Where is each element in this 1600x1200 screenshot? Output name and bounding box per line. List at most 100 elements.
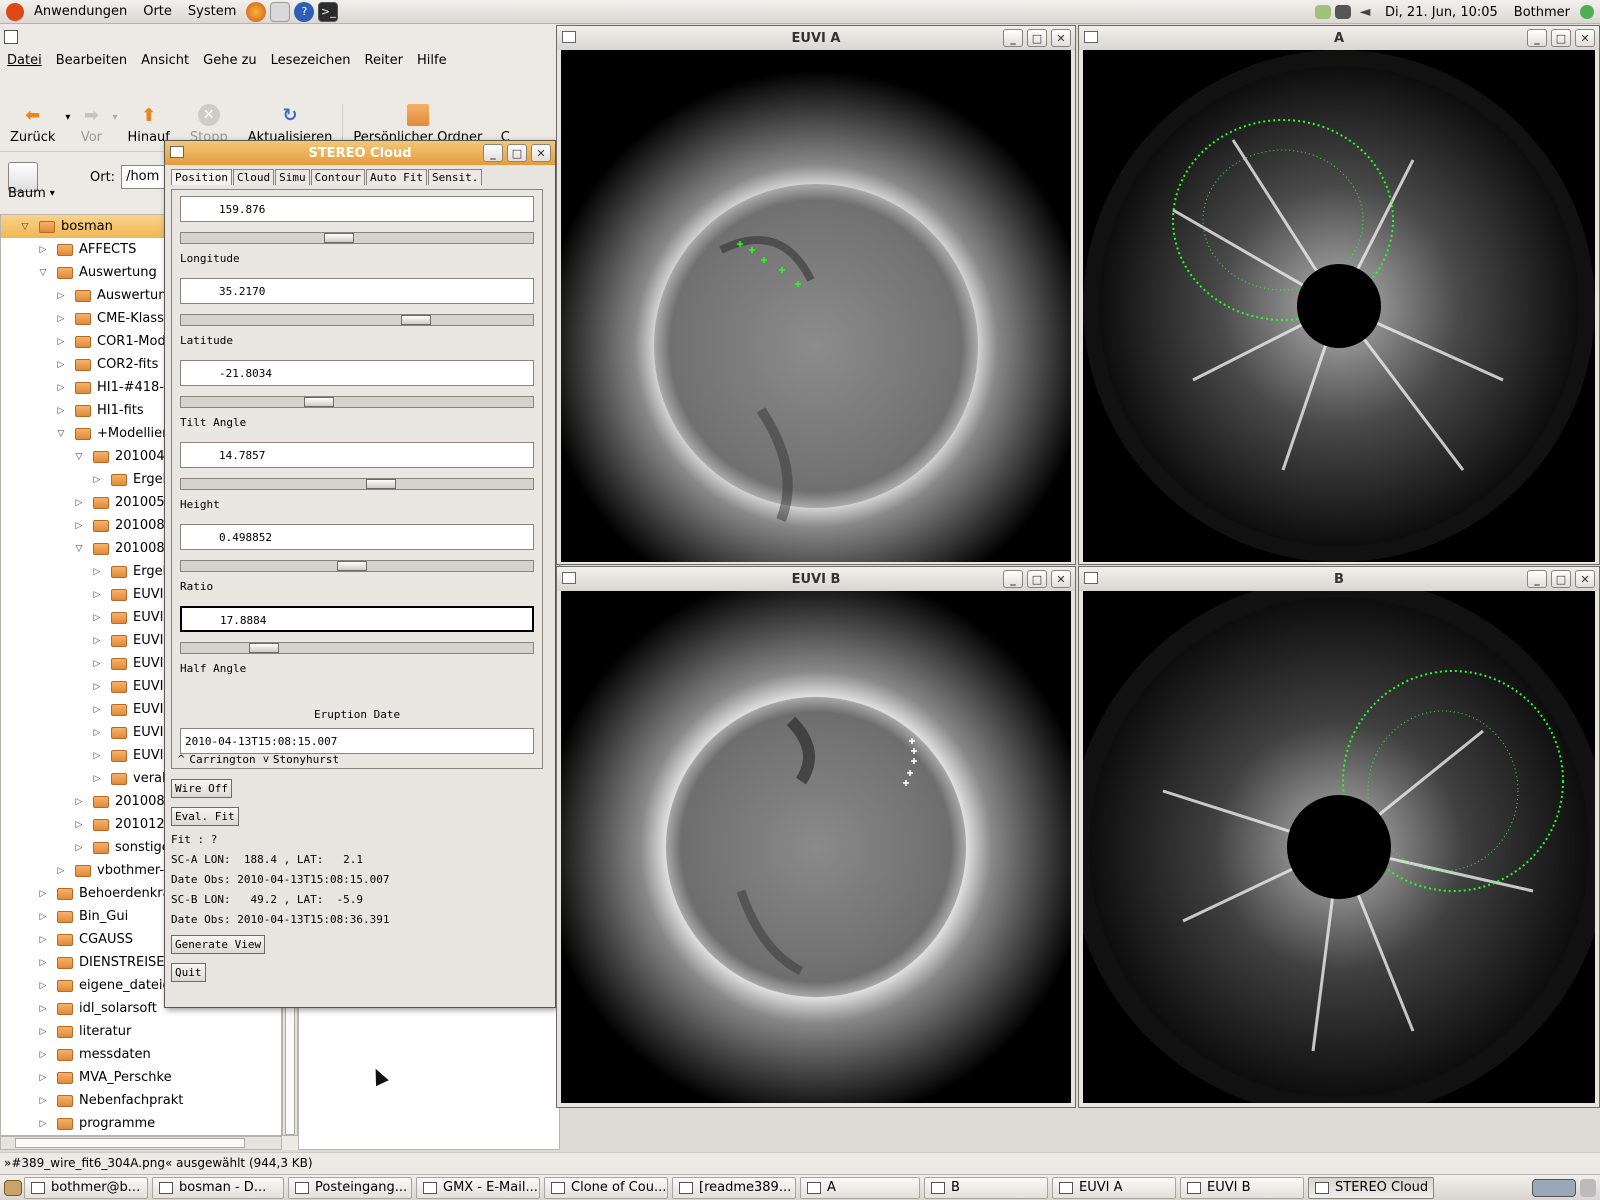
menu-places[interactable]: Orte bbox=[135, 4, 180, 19]
terminal-icon[interactable]: >_ bbox=[318, 1, 339, 22]
expander-open-icon[interactable]: ▽ bbox=[73, 452, 85, 462]
expander-closed-icon[interactable]: ▷ bbox=[37, 1027, 49, 1037]
expander-closed-icon[interactable]: ▷ bbox=[37, 889, 49, 899]
expander-closed-icon[interactable]: ▷ bbox=[37, 1096, 49, 1106]
close-button[interactable]: ✕ bbox=[1051, 570, 1071, 588]
window-menu-icon[interactable] bbox=[1084, 572, 1098, 584]
a-coronagraph-image[interactable] bbox=[1083, 50, 1595, 562]
close-button[interactable]: ✕ bbox=[1051, 29, 1071, 47]
expander-closed-icon[interactable]: ▷ bbox=[37, 1004, 49, 1014]
expander-closed-icon[interactable]: ▷ bbox=[91, 567, 103, 577]
menu-go[interactable]: Gehe zu bbox=[196, 53, 264, 68]
expander-closed-icon[interactable]: ▷ bbox=[55, 314, 67, 324]
expander-closed-icon[interactable]: ▷ bbox=[55, 866, 67, 876]
slider-thumb[interactable] bbox=[337, 561, 367, 571]
window-menu-icon[interactable] bbox=[562, 572, 576, 584]
minimize-button[interactable]: _ bbox=[1527, 29, 1547, 47]
minimize-button[interactable]: _ bbox=[1003, 570, 1023, 588]
expander-closed-icon[interactable]: ▷ bbox=[73, 498, 85, 508]
euvi-a-image[interactable] bbox=[561, 50, 1071, 562]
b-titlebar[interactable]: B _ □ ✕ bbox=[1079, 567, 1599, 591]
height-slider[interactable] bbox=[180, 478, 534, 490]
expander-open-icon[interactable]: ▽ bbox=[73, 544, 85, 554]
expander-closed-icon[interactable]: ▷ bbox=[73, 797, 85, 807]
volume-icon[interactable]: ◄ bbox=[1355, 2, 1375, 22]
taskbar-button[interactable]: bothmer@b... bbox=[24, 1176, 148, 1199]
carrington-radio[interactable]: ^ Carrington bbox=[177, 753, 256, 766]
tree-item[interactable]: ▷ Nebenfachprakt bbox=[1, 1089, 281, 1112]
tab-cloud[interactable]: Cloud bbox=[232, 169, 275, 185]
home-folder-button[interactable]: Persönlicher Ordner bbox=[342, 104, 492, 145]
sidebar-view-select[interactable]: Baum ▾ bbox=[4, 180, 74, 206]
back-button[interactable]: ⬅ Zurück bbox=[0, 104, 65, 146]
expander-closed-icon[interactable]: ▷ bbox=[55, 337, 67, 347]
expander-closed-icon[interactable]: ▷ bbox=[55, 360, 67, 370]
expander-closed-icon[interactable]: ▷ bbox=[91, 774, 103, 784]
taskbar-button[interactable]: A bbox=[800, 1176, 920, 1199]
euvi-b-titlebar[interactable]: EUVI B _ □ ✕ bbox=[557, 567, 1075, 591]
half-angle-slider[interactable] bbox=[180, 642, 534, 654]
expander-closed-icon[interactable]: ▷ bbox=[91, 475, 103, 485]
eval-fit-button[interactable]: Eval. Fit bbox=[171, 807, 239, 826]
longitude-slider[interactable] bbox=[180, 232, 534, 244]
stonyhurst-radio[interactable]: v Stonyhurst bbox=[263, 753, 339, 766]
menu-applications[interactable]: Anwendungen bbox=[26, 4, 135, 19]
tree-item[interactable]: ▷ programme bbox=[1, 1112, 281, 1135]
tree-horizontal-scrollbar[interactable] bbox=[0, 1136, 282, 1150]
expander-closed-icon[interactable]: ▷ bbox=[73, 521, 85, 531]
maximize-button[interactable]: □ bbox=[1027, 29, 1047, 47]
expander-closed-icon[interactable]: ▷ bbox=[91, 613, 103, 623]
a-titlebar[interactable]: A _ □ ✕ bbox=[1079, 26, 1599, 50]
slider-thumb[interactable] bbox=[366, 479, 396, 489]
slider-thumb[interactable] bbox=[401, 315, 431, 325]
wire-off-button[interactable]: Wire Off bbox=[171, 779, 232, 798]
maximize-button[interactable]: □ bbox=[507, 144, 527, 162]
ratio-slider[interactable] bbox=[180, 560, 534, 572]
expander-closed-icon[interactable]: ▷ bbox=[37, 1073, 49, 1083]
tree-item[interactable]: ▷ messdaten bbox=[1, 1043, 281, 1066]
menu-file[interactable]: Datei bbox=[0, 53, 49, 68]
tab-auto-fit[interactable]: Auto Fit bbox=[365, 169, 427, 185]
dialog-titlebar[interactable]: STEREO Cloud _ □ ✕ bbox=[165, 141, 555, 165]
menu-help[interactable]: Hilfe bbox=[410, 53, 454, 68]
expander-closed-icon[interactable]: ▷ bbox=[55, 291, 67, 301]
user-status-icon[interactable] bbox=[1580, 5, 1594, 19]
taskbar-button[interactable]: bosman - D... bbox=[152, 1176, 284, 1199]
menu-system[interactable]: System bbox=[180, 4, 244, 19]
height-input[interactable]: 14.7857 bbox=[180, 442, 534, 468]
tilt-angle-input[interactable]: -21.8034 bbox=[180, 360, 534, 386]
maximize-button[interactable]: □ bbox=[1027, 570, 1047, 588]
half-angle-input[interactable]: 17.8884 bbox=[180, 606, 534, 632]
euvi-b-image[interactable] bbox=[561, 591, 1071, 1103]
expander-closed-icon[interactable]: ▷ bbox=[37, 981, 49, 991]
expander-closed-icon[interactable]: ▷ bbox=[91, 590, 103, 600]
workspace-switcher-icon[interactable] bbox=[1532, 1178, 1576, 1197]
taskbar-button[interactable]: EUVI A bbox=[1052, 1176, 1176, 1199]
maximize-button[interactable]: □ bbox=[1551, 570, 1571, 588]
stop-button[interactable]: ✕ Stopp bbox=[180, 104, 238, 145]
menu-bookmarks[interactable]: Lesezeichen bbox=[264, 53, 358, 68]
user-name[interactable]: Bothmer bbox=[1506, 5, 1578, 20]
expander-closed-icon[interactable]: ▷ bbox=[91, 659, 103, 669]
expander-closed-icon[interactable]: ▷ bbox=[91, 682, 103, 692]
minimize-button[interactable]: _ bbox=[1003, 29, 1023, 47]
slider-thumb[interactable] bbox=[324, 233, 354, 243]
clock[interactable]: Di, 21. Jun, 10:05 bbox=[1377, 5, 1506, 20]
expander-closed-icon[interactable]: ▷ bbox=[55, 406, 67, 416]
reload-button[interactable]: ↻ Aktualisieren bbox=[238, 104, 343, 146]
latitude-input[interactable]: 35.2170 bbox=[180, 278, 534, 304]
ratio-input[interactable]: 0.498852 bbox=[180, 524, 534, 550]
expander-closed-icon[interactable]: ▷ bbox=[91, 751, 103, 761]
taskbar-button[interactable]: STEREO Cloud bbox=[1308, 1176, 1434, 1199]
taskbar-button[interactable]: Clone of Cou... bbox=[544, 1176, 668, 1199]
menu-edit[interactable]: Bearbeiten bbox=[49, 53, 134, 68]
show-desktop-icon[interactable] bbox=[4, 1179, 22, 1196]
forward-button[interactable]: ➡ Vor bbox=[70, 104, 112, 146]
display-icon[interactable] bbox=[1335, 5, 1352, 19]
longitude-input[interactable]: 159.876 bbox=[180, 196, 534, 222]
close-button[interactable]: ✕ bbox=[1575, 570, 1595, 588]
expander-closed-icon[interactable]: ▷ bbox=[37, 245, 49, 255]
latitude-slider[interactable] bbox=[180, 314, 534, 326]
expander-closed-icon[interactable]: ▷ bbox=[91, 728, 103, 738]
trash-icon[interactable] bbox=[1580, 1178, 1596, 1197]
